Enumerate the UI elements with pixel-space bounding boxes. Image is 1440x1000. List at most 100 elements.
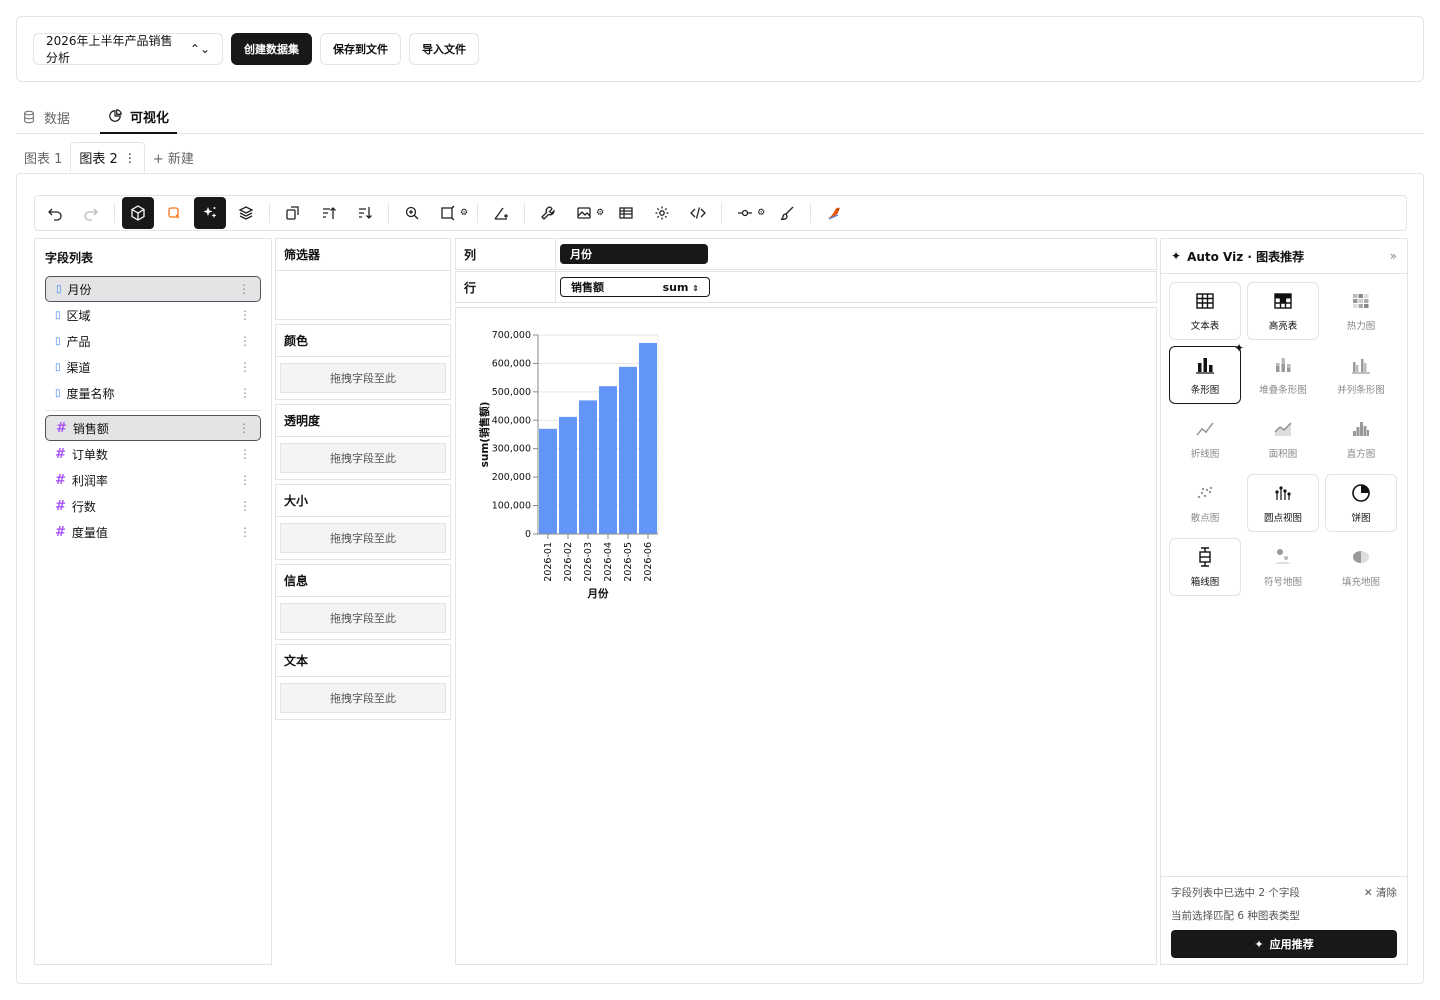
drop-zone[interactable]: 拖拽字段至此 [280,363,446,393]
encoding-channel: 透明度 拖拽字段至此 [275,404,451,480]
columns-shelf: 列 月份 [455,238,1157,270]
drop-zone[interactable]: 拖拽字段至此 [280,523,446,553]
more-vertical-icon[interactable]: ⋮ [239,386,251,400]
chart-type-option[interactable]: 文本表 [1169,282,1241,340]
settings-icon[interactable] [646,197,678,229]
brush-icon[interactable] [771,197,803,229]
collapse-icon[interactable]: » [1390,249,1397,263]
encoding-channel: 大小 拖拽字段至此 [275,484,451,560]
lasso-icon[interactable] [158,197,190,229]
bar [539,428,557,534]
bird-logo-icon[interactable] [818,197,850,229]
autoviz-panel: ✦ Auto Viz · 图表推荐 » 文本表 高亮表 热力图 ✦ 条形图 堆叠条形图 并列… [1160,238,1408,965]
rows-label: 行 [456,272,556,302]
gear-icon[interactable]: ⚙ [460,208,468,218]
x-axis-title: 月份 [587,587,609,600]
chart-type-option[interactable]: 填充地图 [1325,538,1397,596]
y-tick-label: 700,000 [492,330,531,341]
bar [579,400,597,534]
columns-field-pill[interactable]: 月份 [560,244,708,264]
heatmap-icon [1353,294,1369,308]
table-icon[interactable] [610,197,642,229]
transpose-icon[interactable] [277,197,309,229]
boxplot-icon [1199,547,1211,567]
toolbar-divider [477,203,479,223]
chart-type-option[interactable]: 高亮表 [1247,282,1319,340]
redo-icon[interactable] [75,197,107,229]
more-vertical-icon[interactable]: ⋮ [239,525,251,539]
chart-type-option[interactable]: 并列条形图 [1325,346,1397,404]
chart-type-option[interactable]: ✦ 条形图 [1169,341,1244,404]
x-tick-label: 2026-03 [583,542,594,582]
code-icon[interactable] [682,197,714,229]
gear-icon[interactable]: ⚙ [596,208,604,218]
hash-icon: # [56,420,67,436]
more-vertical-icon[interactable]: ⋮ [239,447,251,461]
measure-field-item[interactable]: # 度量值 ⋮ [45,519,261,545]
drop-zone[interactable]: 拖拽字段至此 [280,683,446,713]
drop-zone[interactable]: 拖拽字段至此 [280,603,446,633]
more-vertical-icon[interactable]: ⋮ [238,282,250,296]
more-vertical-icon[interactable]: ⋮ [239,499,251,513]
clear-button[interactable]: ✕ 清除 [1364,885,1397,900]
field-list-title: 字段列表 [45,251,94,265]
dimension-field-item[interactable]: ▯ 度量名称 ⋮ [45,380,261,406]
filter-drop-area[interactable] [276,271,450,319]
sort-ascending-icon[interactable] [313,197,345,229]
more-vertical-icon[interactable]: ⋮ [239,308,251,322]
axis-icon[interactable] [485,197,517,229]
more-vertical-icon[interactable]: ⋮ [239,473,251,487]
save-file-button[interactable]: 保存到文件 [320,33,401,65]
chart-type-option[interactable]: 直方图 [1325,410,1397,468]
chart-type-label: 高亮表 [1268,321,1298,332]
chart-type-label: 散点图 [1190,513,1220,524]
chart-type-option[interactable]: 散点图 [1169,474,1241,532]
dataset-select[interactable]: 2026年上半年产品销售分析 ⌃⌄ [33,33,223,65]
more-vertical-icon[interactable]: ⋮ [238,421,250,435]
more-vertical-icon[interactable]: ⋮ [124,151,136,165]
sparkles-icon[interactable] [194,197,226,229]
dimension-field-item[interactable]: ▯ 渠道 ⋮ [45,354,261,380]
rows-field-pill[interactable]: 销售额 sum ⇕ [560,277,710,297]
cube-icon[interactable] [122,197,154,229]
dimension-field-item[interactable]: ▯ 产品 ⋮ [45,328,261,354]
chart-type-option[interactable]: 饼图 [1325,474,1397,532]
chart-type-option[interactable]: 折线图 [1169,410,1241,468]
chart-tab-2[interactable]: 图表 2 ⋮ [70,142,145,172]
chart-type-option[interactable]: 面积图 [1247,410,1319,468]
more-vertical-icon[interactable]: ⋮ [239,360,251,374]
chart-type-option[interactable]: 热力图 [1325,282,1397,340]
rows-agg-select[interactable]: sum ⇕ [663,281,699,294]
measure-field-item[interactable]: # 利润率 ⋮ [45,467,261,493]
hash-icon: # [55,498,66,514]
dimension-field-item[interactable]: ▯ 月份 ⋮ [45,276,261,302]
chart-type-option[interactable]: 圆点视图 [1247,474,1319,532]
chart-type-option[interactable]: 符号地图 [1247,538,1319,596]
undo-icon[interactable] [39,197,71,229]
chart-type-option[interactable]: 堆叠条形图 [1247,346,1319,404]
drop-zone[interactable]: 拖拽字段至此 [280,443,446,473]
gear-icon[interactable]: ⚙ [757,208,765,218]
new-chart-tab[interactable]: + 新建 [145,142,202,172]
import-file-button[interactable]: 导入文件 [409,33,479,65]
tab-visualize[interactable]: 可视化 [100,100,178,134]
zoom-in-icon[interactable] [396,197,428,229]
filter-title: 筛选器 [276,239,450,271]
encoding-channel: 文本 拖拽字段至此 [275,644,451,720]
create-dataset-button[interactable]: 创建数据集 [231,33,312,65]
dimension-field-item[interactable]: ▯ 区域 ⋮ [45,302,261,328]
apply-recommendation-button[interactable]: ✦ 应用推荐 [1171,930,1397,958]
measure-field-item[interactable]: # 销售额 ⋮ [45,415,261,441]
measure-field-item[interactable]: # 订单数 ⋮ [45,441,261,467]
measure-field-item[interactable]: # 行数 ⋮ [45,493,261,519]
layers-icon[interactable] [230,197,262,229]
bar-chart: 0 100,000 200,000 300,000 400,000 500,000 600,… [478,330,659,600]
tab-data[interactable]: 数据 [16,100,76,134]
y-tick-label: 500,000 [492,387,531,398]
more-vertical-icon[interactable]: ⋮ [239,334,251,348]
chart-tab-1[interactable]: 图表 1 [16,142,70,172]
sort-descending-icon[interactable] [349,197,381,229]
chart-type-option[interactable]: 箱线图 [1169,538,1241,596]
workspace: ⚙ ⚙ ⚙ 字段列表 ▯ 月份 ⋮ ▯ 区域 ⋮ ▯ 产品 ⋮ ▯ 渠道 ⋮ ▯ 度量名称 ⋮ # 销售额 ⋮ #… [16,173,1424,984]
wrench-icon[interactable] [532,197,564,229]
